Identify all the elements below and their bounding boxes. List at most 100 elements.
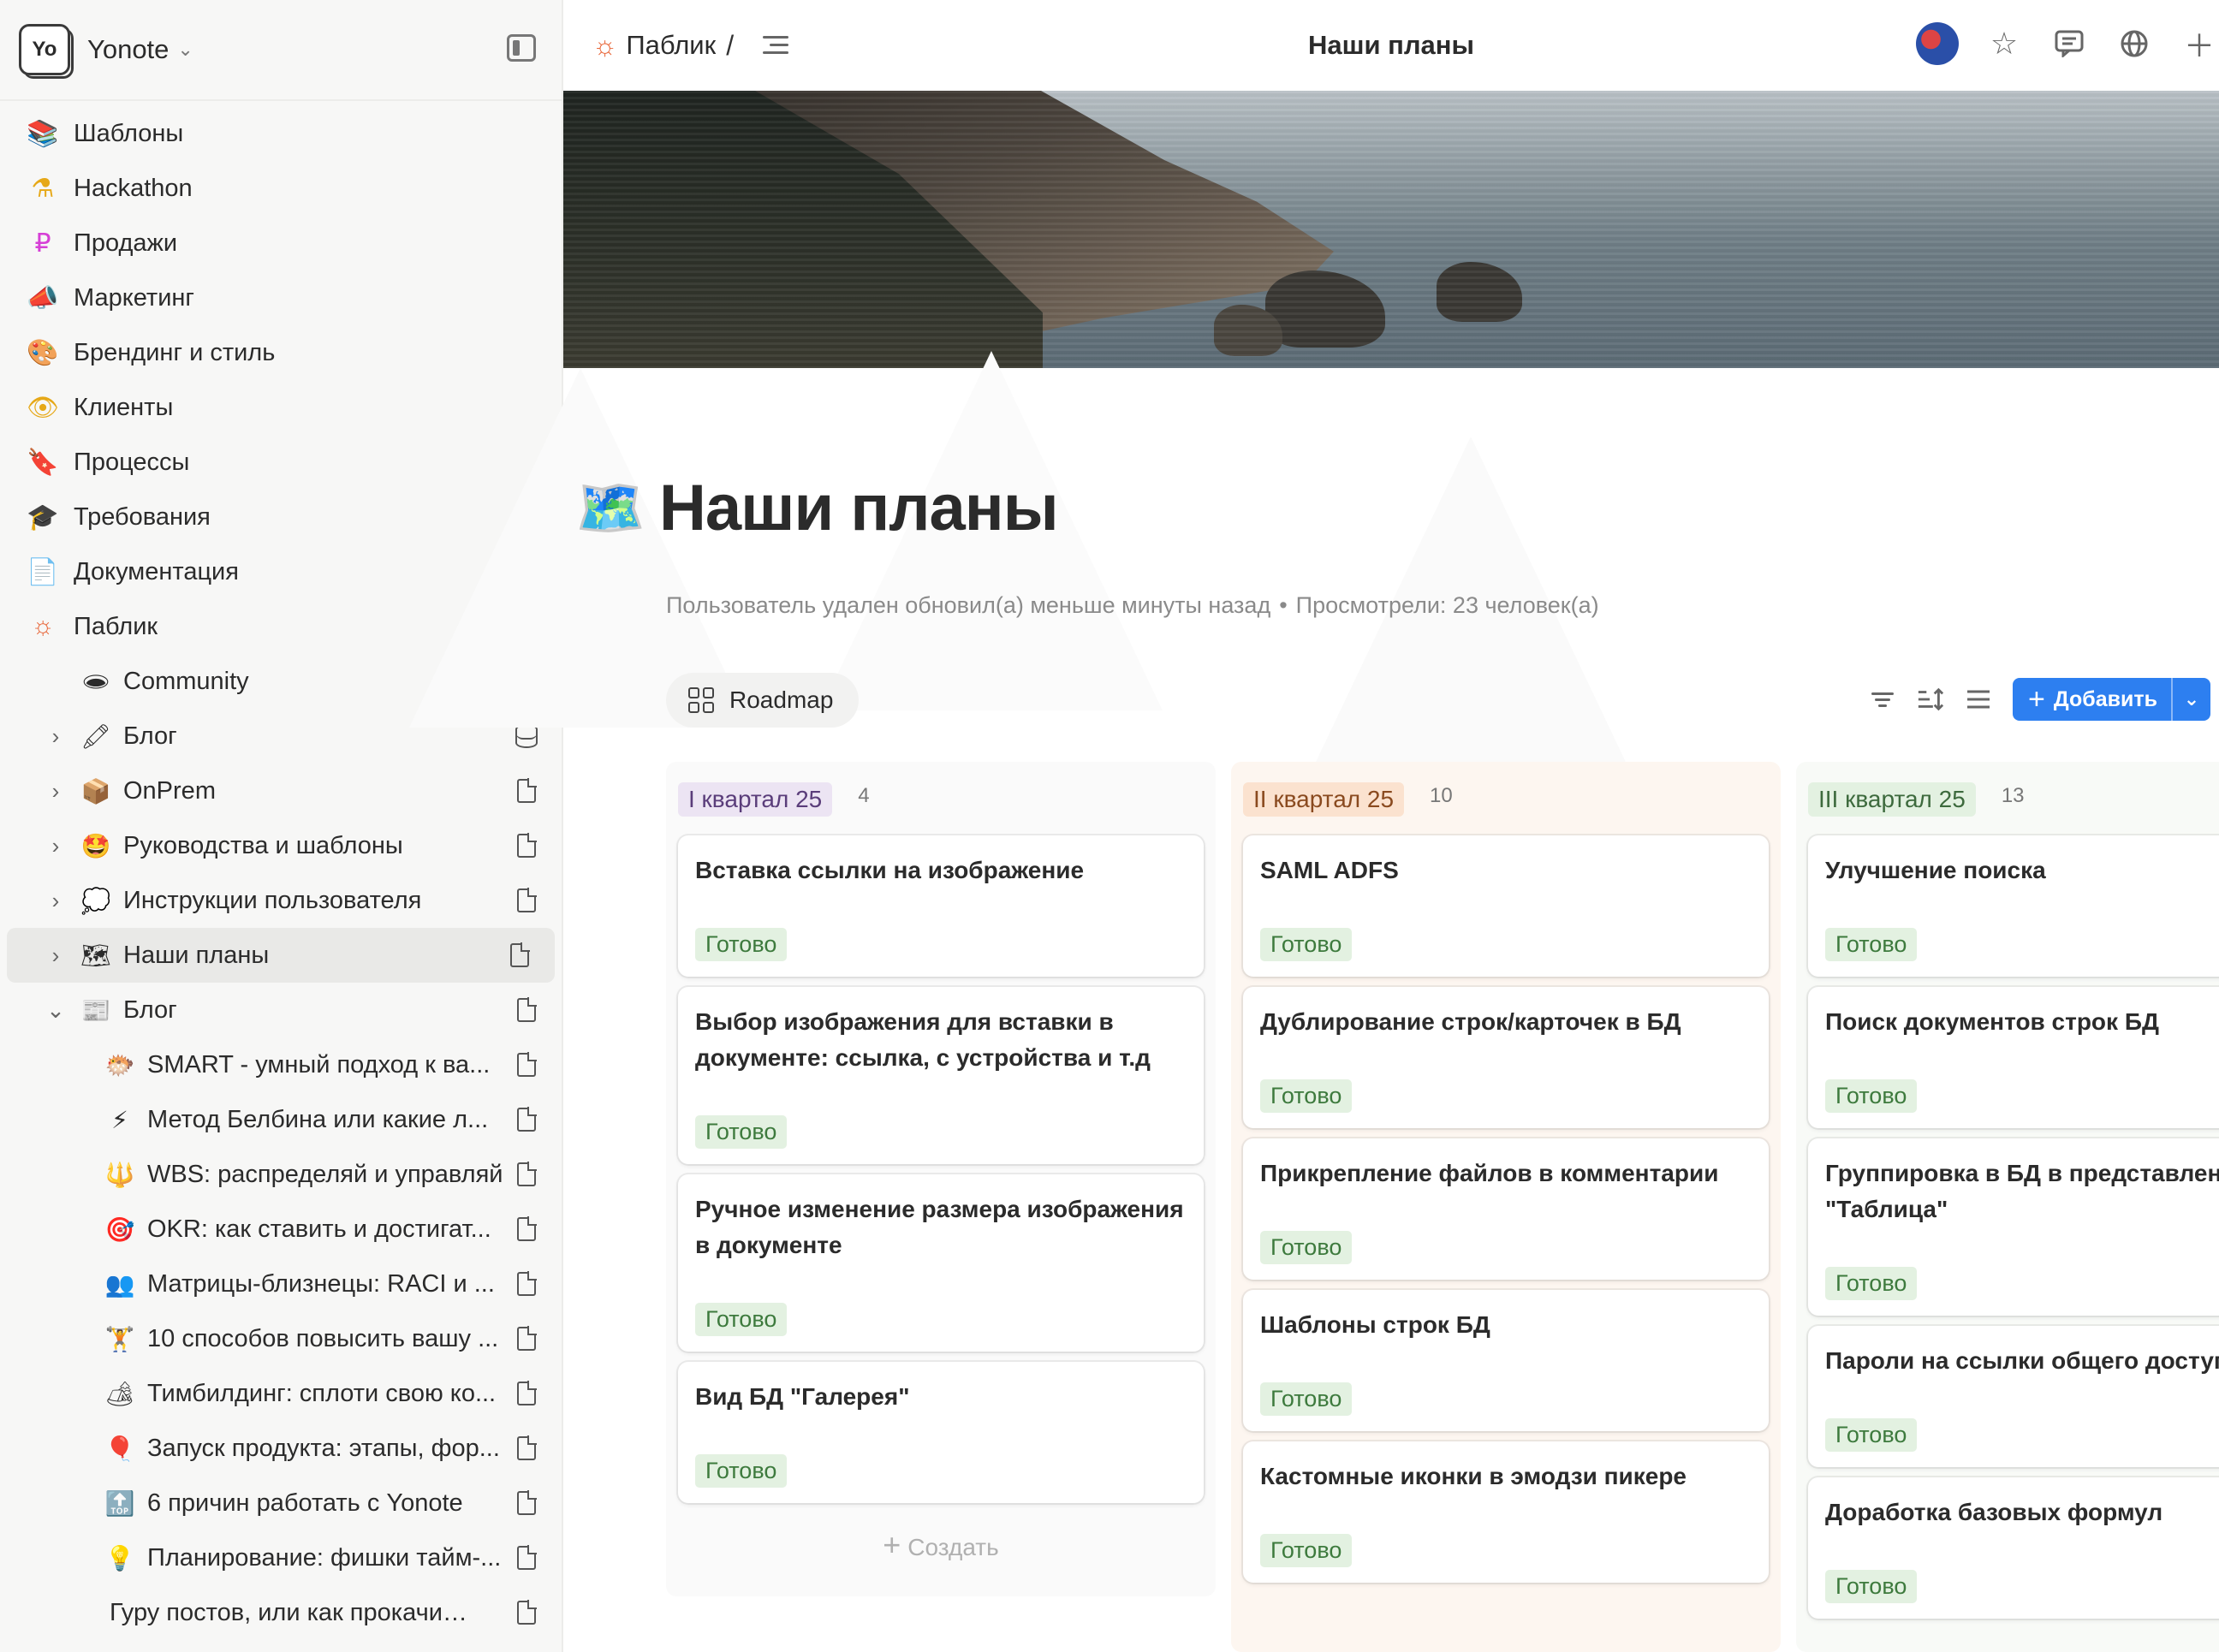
column-header: I квартал 25 4 bbox=[678, 774, 1204, 825]
card-title: Поиск документов строк БД bbox=[1825, 1008, 2159, 1035]
star-icon[interactable]: ☆ bbox=[1984, 24, 2024, 63]
board-card[interactable]: Улучшение поиска Готово bbox=[1808, 835, 2219, 977]
document-icon bbox=[517, 1600, 537, 1625]
sidebar-item-label: OKR: как ставить и достигат... bbox=[147, 1215, 491, 1243]
card-title: SAML ADFS bbox=[1260, 857, 1399, 883]
plus-icon[interactable]: ＋ bbox=[2180, 24, 2219, 63]
workspace-header[interactable]: Yo Yonote ⌄ bbox=[0, 0, 562, 101]
column-title[interactable]: I квартал 25 bbox=[678, 782, 833, 817]
library-icon: 📚 bbox=[27, 119, 59, 148]
table-of-contents-icon[interactable] bbox=[763, 36, 789, 55]
page-title[interactable]: Наши планы bbox=[659, 471, 1059, 545]
sidebar-item-label: Паблик bbox=[74, 612, 158, 640]
status-badge: Готово bbox=[1825, 1267, 1918, 1300]
card-title: Пароли на ссылки общего доступа bbox=[1825, 1347, 2219, 1374]
board-card[interactable]: Доработка базовых формул Готово bbox=[1808, 1477, 2219, 1619]
views-info[interactable]: Просмотрели: 23 человек(а) bbox=[1296, 592, 1599, 618]
board-card[interactable]: Шаблоны строк БД Готово bbox=[1243, 1290, 1769, 1431]
board-card[interactable]: Дублирование строк/карточек в БД Готово bbox=[1243, 987, 1769, 1128]
sidebar-subitem[interactable]: › 🤩 Руководства и шаблоны bbox=[0, 818, 562, 873]
breadcrumb-item-public[interactable]: Паблик bbox=[626, 30, 716, 61]
view-tab-roadmap[interactable]: Roadmap bbox=[666, 673, 860, 728]
chevron-down-icon[interactable]: ⌄ bbox=[41, 997, 70, 1024]
sidebar-blog-item[interactable]: Гуру постов, или как прокачива... bbox=[0, 1585, 562, 1640]
menu-icon[interactable] bbox=[1965, 686, 1992, 713]
sidebar-blog-item[interactable]: 🐡 SMART - умный подход к ва... bbox=[0, 1037, 562, 1092]
sidebar-item-label: Продажи bbox=[74, 229, 178, 257]
chevron-right-icon[interactable]: › bbox=[41, 942, 70, 969]
create-card-button[interactable]: + Создать bbox=[678, 1527, 1204, 1563]
chevron-right-icon[interactable]: › bbox=[41, 778, 70, 805]
board-card[interactable]: Поиск документов строк БД Готово bbox=[1808, 987, 2219, 1128]
map-icon[interactable]: 🗺️ bbox=[575, 475, 647, 542]
page-emoji-icon: 🕳 bbox=[80, 668, 111, 695]
board-card[interactable]: Пароли на ссылки общего доступа Готово bbox=[1808, 1326, 2219, 1467]
sidebar-item-label: Маркетинг bbox=[74, 283, 194, 312]
page-emoji-icon: 🎈 bbox=[104, 1435, 135, 1462]
chevron-right-icon[interactable]: › bbox=[41, 888, 70, 914]
sidebar-collapse-icon[interactable] bbox=[507, 34, 536, 62]
board-card[interactable]: Прикрепление файлов в комментарии Готово bbox=[1243, 1138, 1769, 1280]
roadmap-board: I квартал 25 4 Вставка ссылки на изображен… bbox=[666, 762, 2219, 1652]
sidebar-item[interactable]: 📣 Маркетинг bbox=[0, 270, 562, 325]
status-badge: Готово bbox=[1260, 1534, 1353, 1567]
board-card[interactable]: Вид БД "Галерея" Готово bbox=[678, 1362, 1204, 1503]
board-card[interactable]: Группировка в БД в представлении "Таблиц… bbox=[1808, 1138, 2219, 1316]
sidebar-subitem[interactable]: ⌄ 📰 Блог bbox=[0, 983, 562, 1037]
page-emoji-icon: 🗺 bbox=[80, 942, 111, 969]
sidebar-blog-item[interactable]: 🔝 6 причин работать с Yonote bbox=[0, 1476, 562, 1530]
sidebar-item-label: Тимбилдинг: сплоти свою ко... bbox=[147, 1379, 497, 1407]
sidebar-blog-item[interactable]: 🏕 Тимбилдинг: сплоти свою ко... bbox=[0, 1366, 562, 1421]
sidebar-blog-item[interactable]: 🎈 Запуск продукта: этапы, фор... bbox=[0, 1421, 562, 1476]
page-emoji-icon: 💭 bbox=[80, 887, 111, 914]
board-card[interactable]: Кастомные иконки в эмодзи пикере Готово bbox=[1243, 1441, 1769, 1583]
board-toolbar: + Добавить ⌄ bbox=[1869, 678, 2210, 721]
comment-icon[interactable] bbox=[2049, 24, 2089, 63]
column-title[interactable]: II квартал 25 bbox=[1243, 782, 1405, 817]
sidebar-item-label: Шаблоны bbox=[74, 119, 184, 147]
document-icon bbox=[517, 1381, 537, 1405]
plus-icon: + bbox=[883, 1527, 901, 1562]
sidebar-item-label: Инструкции пользователя bbox=[123, 886, 422, 914]
database-icon bbox=[515, 724, 538, 748]
board-card[interactable]: Выбор изображения для вставки в документ… bbox=[678, 987, 1204, 1164]
workspace-name[interactable]: Yonote bbox=[87, 34, 169, 65]
create-label: Создать bbox=[907, 1534, 999, 1560]
board-card[interactable]: Вставка ссылки на изображение Готово bbox=[678, 835, 1204, 977]
card-title: Прикрепление файлов в комментарии bbox=[1260, 1160, 1719, 1186]
chevron-right-icon[interactable]: › bbox=[41, 723, 70, 750]
sidebar-subitem[interactable]: › 📦 OnPrem bbox=[0, 764, 562, 818]
page-emoji-icon: 🔝 bbox=[104, 1489, 135, 1517]
board-view-icon bbox=[688, 687, 714, 713]
status-badge: Готово bbox=[1260, 928, 1353, 961]
filter-icon[interactable] bbox=[1869, 686, 1896, 713]
board-column: II квартал 25 10 SAML ADFS Готово Дублирован… bbox=[1231, 762, 1781, 1652]
sidebar-blog-item[interactable]: ⚡ Метод Белбина или какие л... bbox=[0, 1092, 562, 1147]
status-badge: Готово bbox=[695, 1303, 788, 1336]
sidebar-item[interactable]: ⚗ Hackathon bbox=[0, 161, 562, 216]
add-button[interactable]: + Добавить ⌄ bbox=[2013, 678, 2210, 721]
sidebar-item[interactable]: 📚 Шаблоны bbox=[0, 106, 562, 161]
sidebar-item-label: OnPrem bbox=[123, 776, 216, 805]
chevron-down-icon[interactable]: ⌄ bbox=[2173, 688, 2210, 710]
status-badge: Готово bbox=[1260, 1231, 1353, 1264]
globe-icon[interactable] bbox=[2115, 24, 2154, 63]
sidebar-subitem[interactable]: › 🗺 Наши планы bbox=[7, 928, 555, 983]
chevron-down-icon[interactable]: ⌄ bbox=[177, 39, 193, 61]
column-title[interactable]: III квартал 25 bbox=[1808, 782, 1976, 817]
avatar[interactable] bbox=[1916, 22, 1959, 65]
sidebar-blog-item[interactable]: 💡 Планирование: фишки тайм-... bbox=[0, 1530, 562, 1585]
board-column: III квартал 25 13 Улучшение поиска Готово По… bbox=[1796, 762, 2219, 1652]
chevron-right-icon[interactable]: › bbox=[41, 833, 70, 859]
sidebar-item-label: Запуск продукта: этапы, фор... bbox=[147, 1434, 500, 1462]
sidebar-subitem[interactable]: › 💭 Инструкции пользователя bbox=[0, 873, 562, 928]
sidebar-blog-item[interactable]: 🏋 10 способов повысить вашу ... bbox=[0, 1311, 562, 1366]
sidebar-item[interactable]: ₽ Продажи bbox=[0, 216, 562, 270]
sidebar-item-label: Требования bbox=[74, 502, 211, 531]
sidebar-blog-item[interactable]: 👥 Матрицы-близнецы: RACI и ... bbox=[0, 1257, 562, 1311]
sort-icon[interactable] bbox=[1917, 686, 1944, 713]
sidebar-blog-item[interactable]: 🔱 WBS: распределяй и управляй bbox=[0, 1147, 562, 1202]
board-card[interactable]: SAML ADFS Готово bbox=[1243, 835, 1769, 977]
board-card[interactable]: Ручное изменение размера изображения в д… bbox=[678, 1174, 1204, 1352]
sidebar-blog-item[interactable]: 🎯 OKR: как ставить и достигат... bbox=[0, 1202, 562, 1257]
